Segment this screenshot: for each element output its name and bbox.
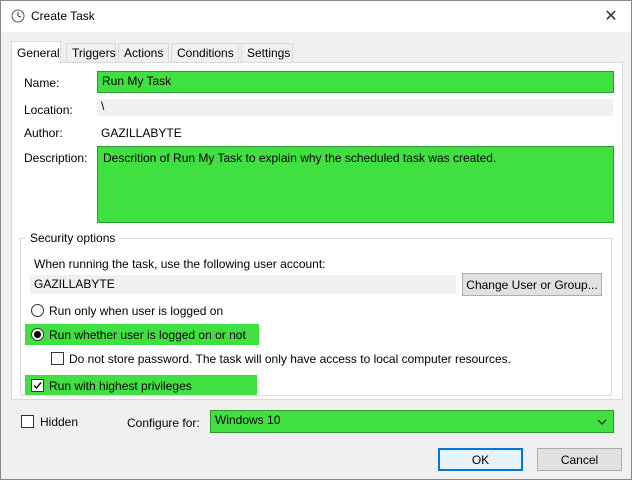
tab-conditions[interactable]: Conditions [171,43,239,63]
configure-for-label: Configure for: [127,416,200,430]
chevron-down-icon [597,419,607,425]
create-task-dialog: Create Task ✕ General Triggers Actions C… [0,0,632,480]
name-field[interactable]: Run My Task [97,71,614,93]
location-value: \ [97,99,613,116]
tab-settings[interactable]: Settings [241,43,293,63]
checkbox-hidden[interactable] [21,415,34,428]
name-label: Name: [24,76,60,90]
author-label: Author: [24,126,63,140]
security-options-title: Security options [26,231,120,245]
close-icon[interactable]: ✕ [599,5,623,27]
checkbox-highest-privileges[interactable] [31,379,44,392]
configure-for-value: Windows 10 [215,413,281,427]
radio-whether-logged-on-label: Run whether user is logged on or not [49,328,246,342]
configure-for-select[interactable]: Windows 10 [210,410,614,433]
change-user-button[interactable]: Change User or Group... [462,273,602,296]
cancel-button[interactable]: Cancel [537,448,622,471]
window-title: Create Task [31,9,95,23]
hidden-label: Hidden [40,415,79,429]
no-store-password-label: Do not store password. The task will onl… [69,352,511,366]
radio-whether-logged-on[interactable] [31,328,44,341]
ok-button[interactable]: OK [438,448,523,471]
description-label: Description: [24,151,88,165]
highest-privileges-label: Run with highest privileges [49,379,192,393]
account-prompt: When running the task, use the following… [34,257,326,271]
location-label: Location: [24,103,73,117]
radio-logged-on-only[interactable] [31,304,44,317]
author-value: GAZILLABYTE [101,126,182,140]
checkmark-icon [33,382,42,390]
account-value: GAZILLABYTE [30,275,456,294]
title-bar: Create Task ✕ [1,1,631,32]
checkbox-no-store-password[interactable] [51,352,64,365]
tab-general[interactable]: General [11,41,61,64]
clock-icon [11,9,25,23]
radio-logged-on-only-label: Run only when user is logged on [49,304,224,318]
tab-triggers[interactable]: Triggers [66,43,116,63]
description-field[interactable]: Descrition of Run My Task to explain why… [97,146,614,223]
tab-actions[interactable]: Actions [118,43,169,63]
